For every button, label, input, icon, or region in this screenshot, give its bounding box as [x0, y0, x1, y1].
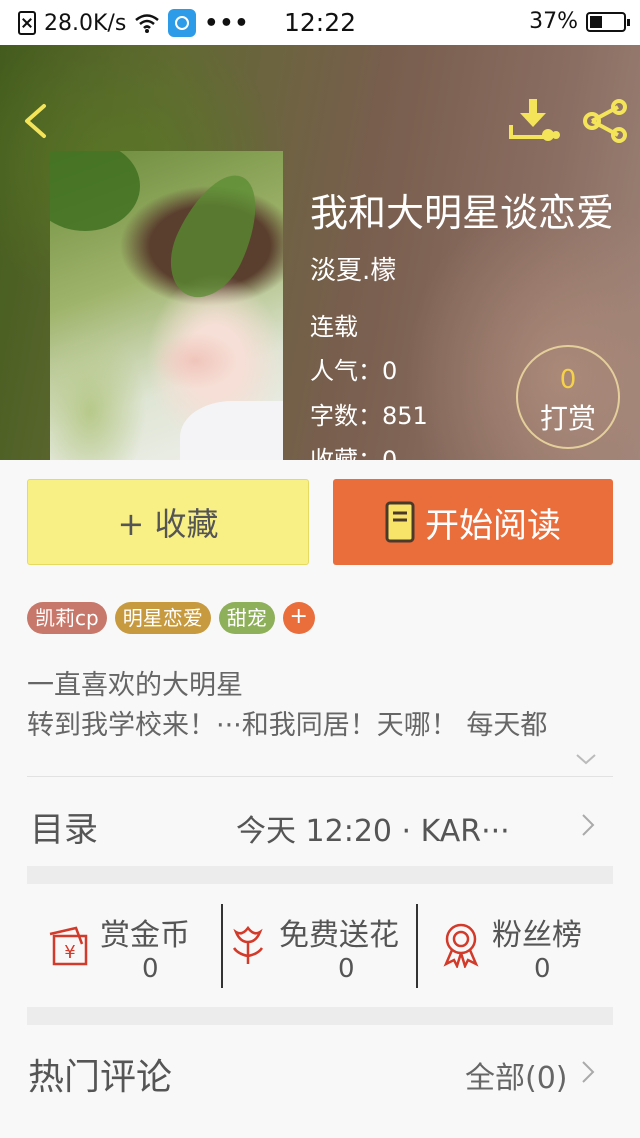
- share-icon[interactable]: [582, 99, 628, 143]
- stat-value: 0: [534, 954, 551, 984]
- battery-icon: [586, 11, 630, 32]
- status-bar: 28.0K/s ••• 12:22 37%: [0, 0, 640, 45]
- book-header: 我和大明星谈恋爱 淡夏.檬 连载 人气：0 字数：851 收藏：0 0 打赏: [0, 45, 640, 460]
- medal-icon: [443, 923, 479, 968]
- cover-foliage: [50, 151, 140, 231]
- book-summary[interactable]: 一直喜欢的大明星 转到我学校来！···和我同居！天哪！ 每天都: [27, 666, 617, 746]
- stat-value: 0: [338, 954, 355, 984]
- summary-line: 转到我学校来！···和我同居！天哪！ 每天都: [27, 710, 548, 741]
- book-word-count: 字数：851: [310, 402, 428, 430]
- all-comments-label: 全部(0): [465, 1061, 568, 1096]
- book-popularity: 人气：0: [310, 357, 398, 385]
- tag-list: 凯莉cp 明星恋爱 甜宠 +: [27, 602, 315, 634]
- status-bar-right: 37%: [529, 9, 630, 34]
- tag-item[interactable]: 凯莉cp: [27, 602, 107, 634]
- reward-label: 打赏: [539, 402, 596, 435]
- hot-comments-title: 热门评论: [28, 1057, 173, 1098]
- add-favorite-label: + 收藏: [117, 505, 219, 543]
- book-title: 我和大明星谈恋爱: [310, 191, 615, 235]
- latest-chapter-info: 今天 12:20 · KAR···: [236, 814, 510, 849]
- cover-figure: [180, 401, 283, 460]
- chevron-down-icon[interactable]: [575, 752, 597, 766]
- battery-percent: 37%: [529, 9, 578, 34]
- red-envelope-icon: ¥: [49, 926, 88, 966]
- flower-icon: [232, 925, 264, 964]
- reward-button[interactable]: 0 打赏: [516, 345, 620, 449]
- stat-label: 粉丝榜: [492, 918, 582, 953]
- tag-item[interactable]: 甜宠: [218, 602, 275, 634]
- back-icon[interactable]: [20, 103, 50, 139]
- download-icon[interactable]: [508, 97, 560, 143]
- book-favorites: 收藏：0: [310, 446, 398, 460]
- section-separator: [27, 1007, 613, 1025]
- stat-label: 免费送花: [279, 918, 399, 953]
- book-status: 连载: [310, 313, 358, 341]
- tag-item[interactable]: 明星恋爱: [114, 602, 211, 634]
- chevron-right-icon: [582, 1061, 595, 1083]
- section-separator: [27, 866, 613, 884]
- cover-leaf: [155, 162, 275, 310]
- svg-text:¥: ¥: [64, 942, 75, 963]
- stat-value: 0: [142, 954, 159, 984]
- book-cover-image[interactable]: [50, 151, 283, 460]
- catalog-label: 目录: [30, 810, 98, 850]
- add-tag-button[interactable]: +: [282, 602, 315, 634]
- chevron-right-icon: [582, 814, 595, 836]
- start-reading-button[interactable]: 开始阅读: [333, 479, 613, 565]
- reward-count: 0: [559, 365, 577, 395]
- book-icon: [385, 501, 415, 543]
- divider: [221, 904, 223, 988]
- start-reading-label: 开始阅读: [425, 505, 561, 546]
- summary-line: 一直喜欢的大明星: [27, 670, 243, 701]
- stat-label: 赏金币: [100, 918, 190, 953]
- add-favorite-button[interactable]: + 收藏: [27, 479, 309, 565]
- divider: [416, 904, 418, 988]
- book-author[interactable]: 淡夏.檬: [310, 250, 396, 287]
- divider: [27, 776, 613, 777]
